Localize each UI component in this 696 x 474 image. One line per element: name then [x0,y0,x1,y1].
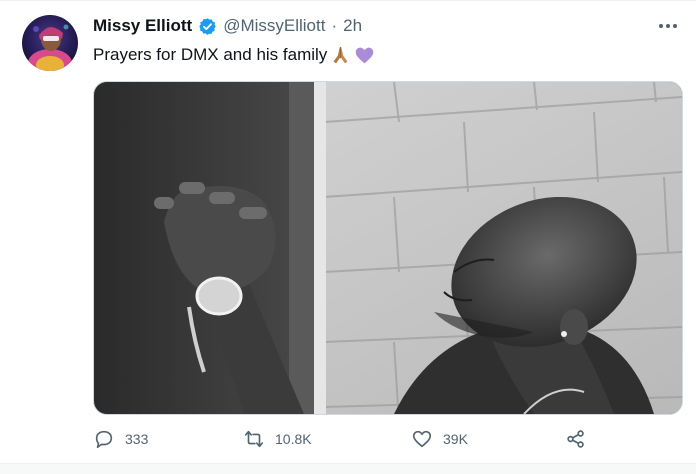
avatar[interactable] [22,15,78,71]
verified-badge-icon [198,17,217,36]
author-handle[interactable]: @MissyElliott [223,16,325,36]
reply-count: 333 [125,431,149,447]
purple-heart-icon [354,45,375,66]
like-count: 39K [443,431,468,447]
folded-hands-icon [330,45,351,66]
retweet-button[interactable]: 10.8K [243,426,312,452]
retweet-count: 10.8K [275,431,312,447]
tweet-timestamp[interactable]: 2h [343,16,362,36]
author-name[interactable]: Missy Elliott [93,16,192,36]
like-button[interactable]: 39K [411,426,468,452]
tweet-body: Prayers for DMX and his family [93,45,328,64]
more-options-icon[interactable] [657,19,679,33]
reply-icon [95,430,113,449]
tweet-header: Missy Elliott @MissyElliott · 2h [93,15,362,37]
share-icon [567,430,584,448]
heart-icon [412,430,432,448]
tweet-photo[interactable] [93,81,683,415]
reply-button[interactable]: 333 [93,426,148,452]
tweet-text: Prayers for DMX and his family [93,44,375,66]
share-button[interactable] [565,426,587,452]
retweet-icon [244,430,264,448]
timeline-divider [0,463,696,474]
separator-dot: · [331,16,338,35]
tweet-actions: 333 10.8K 39K [93,426,593,452]
tweet-card[interactable]: Missy Elliott @MissyElliott · 2h Prayers… [0,0,696,464]
